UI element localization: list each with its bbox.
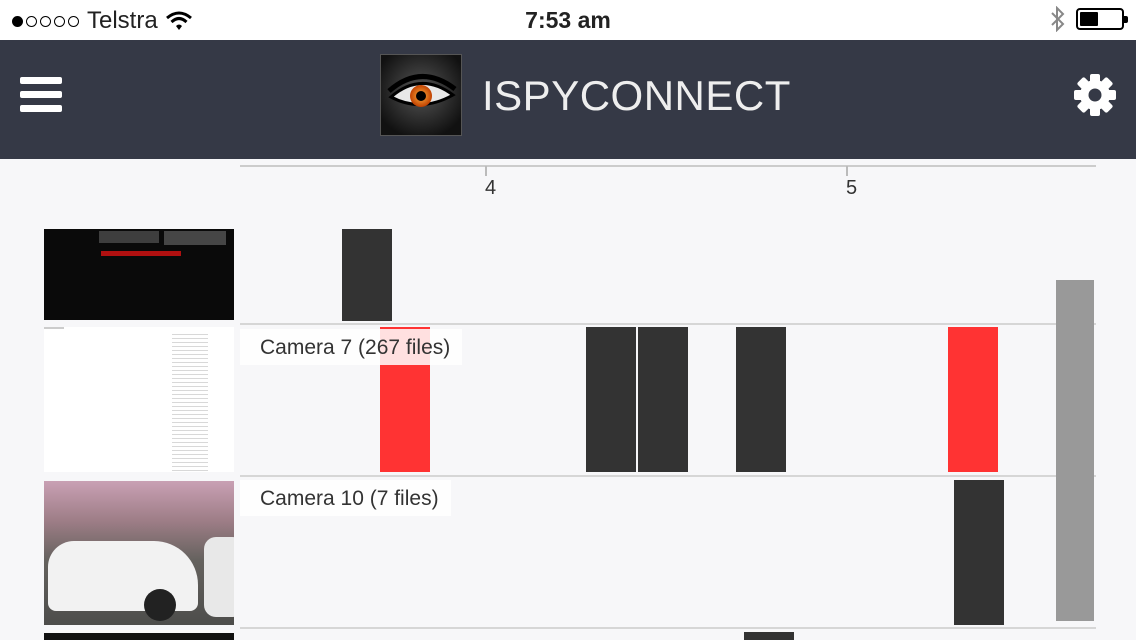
status-time: 7:53 am [525, 7, 611, 33]
thumbnail-overlay-text [99, 231, 159, 243]
camera-timeline[interactable]: 4 5 Camera 7 (267 files) Camera 10 (7 fi… [0, 159, 1136, 640]
thumbnail-content [172, 331, 208, 471]
event-bar[interactable] [744, 632, 794, 640]
gear-icon[interactable] [1073, 73, 1117, 117]
camera-thumbnail[interactable] [44, 633, 234, 640]
thumbnail-alert-strip [101, 251, 181, 256]
thumbnail-overlay-text [164, 231, 226, 245]
hamburger-menu-icon[interactable] [20, 77, 62, 113]
thumbnail-car-wheel [144, 589, 176, 621]
event-bar[interactable] [638, 327, 688, 472]
camera-thumbnail[interactable] [44, 481, 234, 625]
event-bar[interactable] [586, 327, 636, 472]
time-axis [240, 165, 1096, 167]
battery-icon [1076, 8, 1128, 30]
axis-tick [846, 166, 848, 176]
bluetooth-icon [1051, 6, 1065, 32]
alert-bar[interactable] [948, 327, 998, 472]
event-bar[interactable] [736, 327, 786, 472]
row-divider [240, 323, 1096, 325]
app-logo [380, 54, 462, 136]
row-divider [240, 475, 1096, 477]
status-right [1050, 6, 1128, 32]
camera-thumbnail[interactable] [44, 327, 234, 472]
eye-logo-icon [381, 55, 461, 135]
axis-tick [485, 166, 487, 176]
row-divider [240, 627, 1096, 629]
thumbnail-car [204, 537, 234, 617]
app-title: ISPYCONNECT [482, 72, 791, 119]
axis-tick-label: 4 [485, 177, 497, 199]
event-bar[interactable] [954, 480, 1004, 625]
camera-row-label: Camera 10 (7 files) [240, 480, 451, 516]
axis-tick-label: 5 [846, 177, 858, 199]
camera-row-label: Camera 7 (267 files) [240, 329, 463, 365]
status-bar: Telstra 7:53 am [0, 0, 1136, 40]
event-bar[interactable] [342, 229, 392, 321]
thumbnail-content [44, 327, 64, 329]
group-bar[interactable] [1056, 280, 1094, 621]
app-header: ISPYCONNECT [0, 40, 1136, 159]
camera-thumbnail[interactable] [44, 229, 234, 320]
